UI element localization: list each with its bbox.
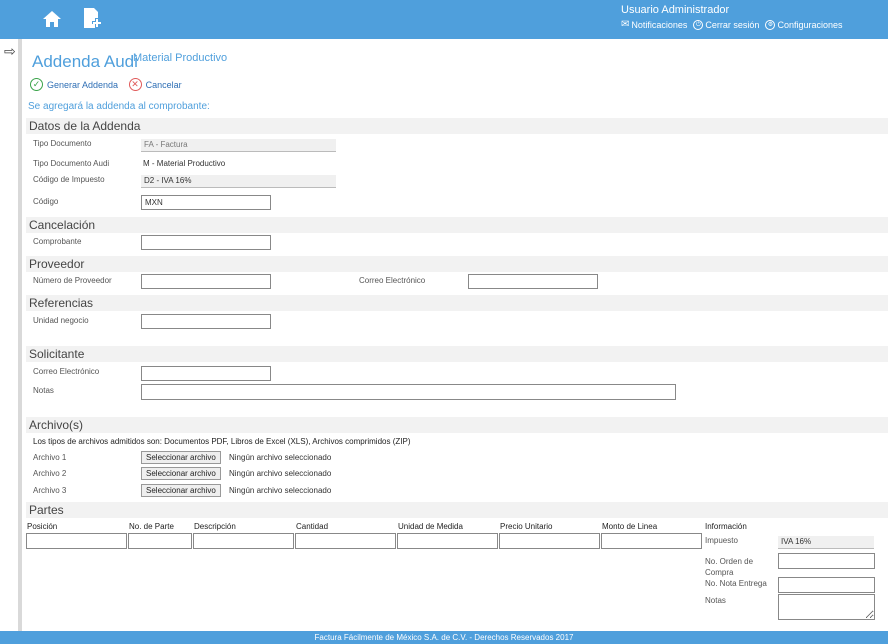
tipo-audi-value: M - Material Productivo	[143, 159, 226, 168]
notas-parte-textarea[interactable]	[778, 594, 875, 620]
check-circle-icon: ✓	[30, 78, 43, 91]
correo-proveedor-label: Correo Electrónico	[359, 276, 426, 285]
unidad-negocio-input[interactable]	[141, 314, 271, 329]
expand-menu-icon[interactable]: ⇨	[4, 43, 16, 60]
correo-solicitante-input[interactable]	[141, 366, 271, 381]
section-proveedor: Proveedor	[26, 256, 888, 272]
archivo-3-label: Archivo 3	[33, 486, 67, 495]
archivo-1-label: Archivo 1	[33, 453, 67, 462]
descripcion-input[interactable]	[193, 533, 294, 549]
col-descripcion: Descripción	[194, 522, 236, 531]
impuesto-value: D2 - IVA 16%	[141, 175, 336, 188]
close-circle-icon: ✕	[128, 78, 142, 91]
numero-proveedor-input[interactable]	[141, 274, 271, 289]
archivos-note: Los tipos de archivos admitidos son: Doc…	[33, 437, 411, 446]
unidad-negocio-label: Unidad negocio	[33, 316, 89, 325]
new-document-icon[interactable]	[82, 7, 102, 29]
tipo-documento-label: Tipo Documento	[33, 139, 92, 148]
header-links: ✉ Notificaciones ⏻ Cerrar sesión ⚙ Confi…	[621, 19, 843, 30]
col-precio-unitario: Precio Unitario	[500, 522, 553, 531]
archivo-2-button[interactable]: Seleccionar archivo	[141, 467, 221, 480]
archivo-3-button[interactable]: Seleccionar archivo	[141, 484, 221, 497]
logout-link[interactable]: ⏻ Cerrar sesión	[693, 19, 759, 30]
page-subtitle: Material Productivo	[133, 52, 228, 64]
correo-proveedor-input[interactable]	[468, 274, 598, 289]
toolbar: ✓ Generar Addenda ✕ Cancelar	[30, 78, 182, 91]
monto-linea-input[interactable]	[601, 533, 702, 549]
page-title: Addenda Audi	[32, 52, 138, 71]
archivo-2-label: Archivo 2	[33, 469, 67, 478]
comprobante-input[interactable]	[141, 235, 271, 250]
footer: Factura Fácilmente de México S.A. de C.V…	[0, 631, 888, 644]
col-monto-linea: Monto de Linea	[602, 522, 658, 531]
settings-link[interactable]: ⚙ Configuraciones	[765, 19, 843, 30]
notas-label: Notas	[33, 386, 54, 395]
orden-compra-label: No. Orden de Compra	[705, 557, 754, 577]
envelope-icon: ✉	[621, 19, 630, 30]
top-bar: Usuario Administrador ✉ Notificaciones ⏻…	[0, 0, 888, 39]
col-cantidad: Cantidad	[296, 522, 329, 531]
codigo-input[interactable]: MXN	[141, 195, 271, 210]
home-icon[interactable]	[42, 9, 62, 29]
intro-text: Se agregará la addenda al comprobante:	[28, 101, 210, 112]
section-archivos: Archivo(s)	[26, 417, 888, 433]
unidad-medida-input[interactable]	[397, 533, 498, 549]
section-solicitante: Solicitante	[26, 346, 888, 362]
archivo-1-status: Ningún archivo seleccionado	[229, 453, 332, 462]
posicion-input[interactable]	[26, 533, 127, 549]
col-informacion: Información	[705, 522, 747, 531]
cantidad-input[interactable]	[295, 533, 396, 549]
comprobante-label: Comprobante	[33, 237, 82, 246]
nota-entrega-input[interactable]	[778, 577, 875, 593]
user-name: Usuario Administrador	[621, 4, 730, 16]
generate-addenda-button[interactable]: ✓ Generar Addenda	[30, 78, 118, 91]
col-unidad-medida: Unidad de Medida	[398, 522, 463, 531]
tipo-audi-label: Tipo Documento Audi	[33, 159, 110, 168]
cancel-button[interactable]: ✕ Cancelar	[128, 78, 182, 91]
orden-compra-input[interactable]	[778, 553, 875, 569]
archivo-1-button[interactable]: Seleccionar archivo	[141, 451, 221, 464]
col-posicion: Posición	[27, 522, 58, 531]
archivo-3-status: Ningún archivo seleccionado	[229, 486, 332, 495]
section-datos: Datos de la Addenda	[26, 118, 888, 134]
notas-input[interactable]	[141, 384, 676, 400]
section-partes: Partes	[26, 502, 888, 518]
notifications-link[interactable]: ✉ Notificaciones	[621, 19, 687, 30]
section-cancelacion: Cancelación	[26, 217, 888, 233]
col-no-parte: No. de Parte	[129, 522, 174, 531]
archivo-2-status: Ningún archivo seleccionado	[229, 469, 332, 478]
precio-unitario-input[interactable]	[499, 533, 600, 549]
impuesto-label: Código de Impuesto	[33, 175, 105, 184]
impuesto-parte-label: Impuesto	[705, 536, 738, 545]
numero-proveedor-label: Número de Proveedor	[33, 276, 112, 285]
codigo-label: Código	[33, 197, 59, 206]
nota-entrega-label: No. Nota Entrega	[705, 579, 767, 588]
no-parte-input[interactable]	[128, 533, 192, 549]
notas-parte-label: Notas	[705, 596, 726, 605]
power-icon: ⏻	[693, 19, 704, 30]
correo-solicitante-label: Correo Electrónico	[33, 367, 100, 376]
impuesto-parte-value: IVA 16%	[778, 536, 874, 549]
tipo-documento-value: FA - Factura	[141, 139, 336, 152]
gear-icon: ⚙	[765, 19, 776, 30]
side-rail: ⇨	[0, 39, 22, 631]
section-referencias: Referencias	[26, 295, 888, 311]
